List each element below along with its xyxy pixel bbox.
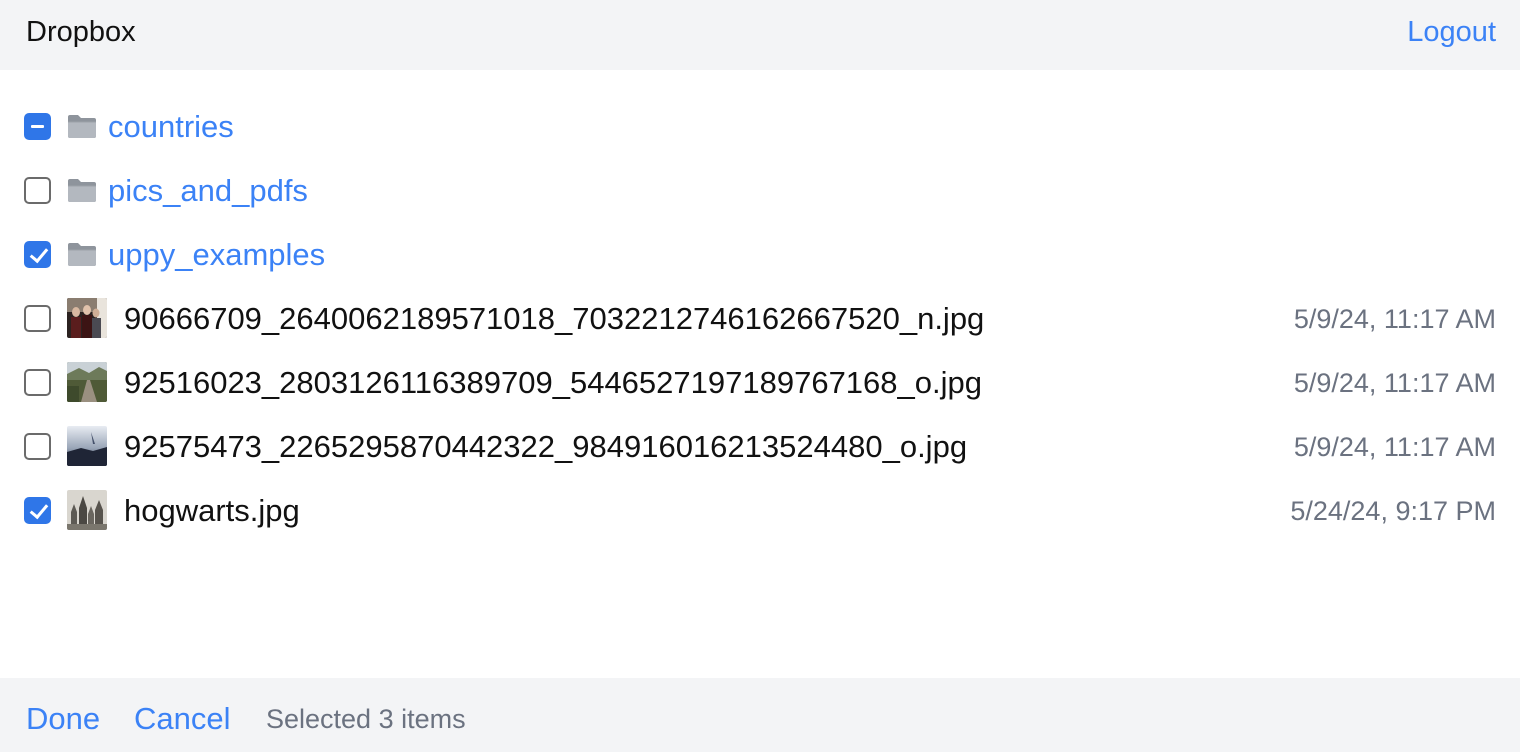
file-name[interactable]: 92516023_2803126116389709_54465271971897…: [124, 364, 982, 402]
file-row[interactable]: hogwarts.jpg 5/24/24, 9:17 PM: [0, 478, 1520, 542]
folder-icon: [68, 115, 96, 138]
people-photo-thumbnail: [67, 298, 107, 338]
file-modified-date: 5/24/24, 9:17 PM: [1290, 496, 1496, 526]
selection-count: Selected 3 items: [266, 704, 466, 734]
folder-checkbox-uppy-examples[interactable]: [24, 241, 51, 268]
castle-thumbnail: [67, 490, 107, 530]
folder-row-countries[interactable]: countries: [0, 94, 1520, 158]
file-modified-date: 5/9/24, 11:17 AM: [1293, 432, 1496, 462]
file-checkbox[interactable]: [24, 497, 51, 524]
file-row[interactable]: 90666709_2640062189571018_70322127461626…: [0, 286, 1520, 350]
file-name[interactable]: 92575473_2265295870442322_98491601621352…: [124, 428, 967, 466]
file-checkbox[interactable]: [24, 369, 51, 396]
file-modified-date: 5/9/24, 11:17 AM: [1293, 304, 1496, 334]
file-name[interactable]: hogwarts.jpg: [124, 492, 300, 530]
done-button[interactable]: Done: [26, 700, 100, 738]
dropbox-file-picker: Dropbox Logout countries pics_and_pdfs u…: [0, 0, 1520, 752]
file-modified-date: 5/9/24, 11:17 AM: [1293, 368, 1496, 398]
folder-checkbox-pics-and-pdfs[interactable]: [24, 177, 51, 204]
folder-checkbox-countries[interactable]: [24, 113, 51, 140]
sky-water-thumbnail: [67, 426, 107, 466]
header-bar: Dropbox Logout: [0, 0, 1520, 70]
file-list: countries pics_and_pdfs uppy_examples 90…: [0, 94, 1520, 542]
folder-name-link[interactable]: pics_and_pdfs: [108, 172, 308, 210]
cancel-button[interactable]: Cancel: [134, 700, 231, 738]
folder-name-link[interactable]: countries: [108, 108, 234, 146]
file-name[interactable]: 90666709_2640062189571018_70322127461626…: [124, 300, 984, 338]
provider-title: Dropbox: [26, 16, 136, 48]
logout-button[interactable]: Logout: [1407, 14, 1496, 50]
folder-icon: [68, 179, 96, 202]
footer-bar: Done Cancel Selected 3 items: [0, 678, 1520, 752]
landscape-road-thumbnail: [67, 362, 107, 402]
file-row[interactable]: 92575473_2265295870442322_98491601621352…: [0, 414, 1520, 478]
file-checkbox[interactable]: [24, 305, 51, 332]
folder-row-pics-and-pdfs[interactable]: pics_and_pdfs: [0, 158, 1520, 222]
file-row[interactable]: 92516023_2803126116389709_54465271971897…: [0, 350, 1520, 414]
folder-row-uppy-examples[interactable]: uppy_examples: [0, 222, 1520, 286]
folder-name-link[interactable]: uppy_examples: [108, 236, 325, 274]
file-checkbox[interactable]: [24, 433, 51, 460]
folder-icon: [68, 243, 96, 266]
